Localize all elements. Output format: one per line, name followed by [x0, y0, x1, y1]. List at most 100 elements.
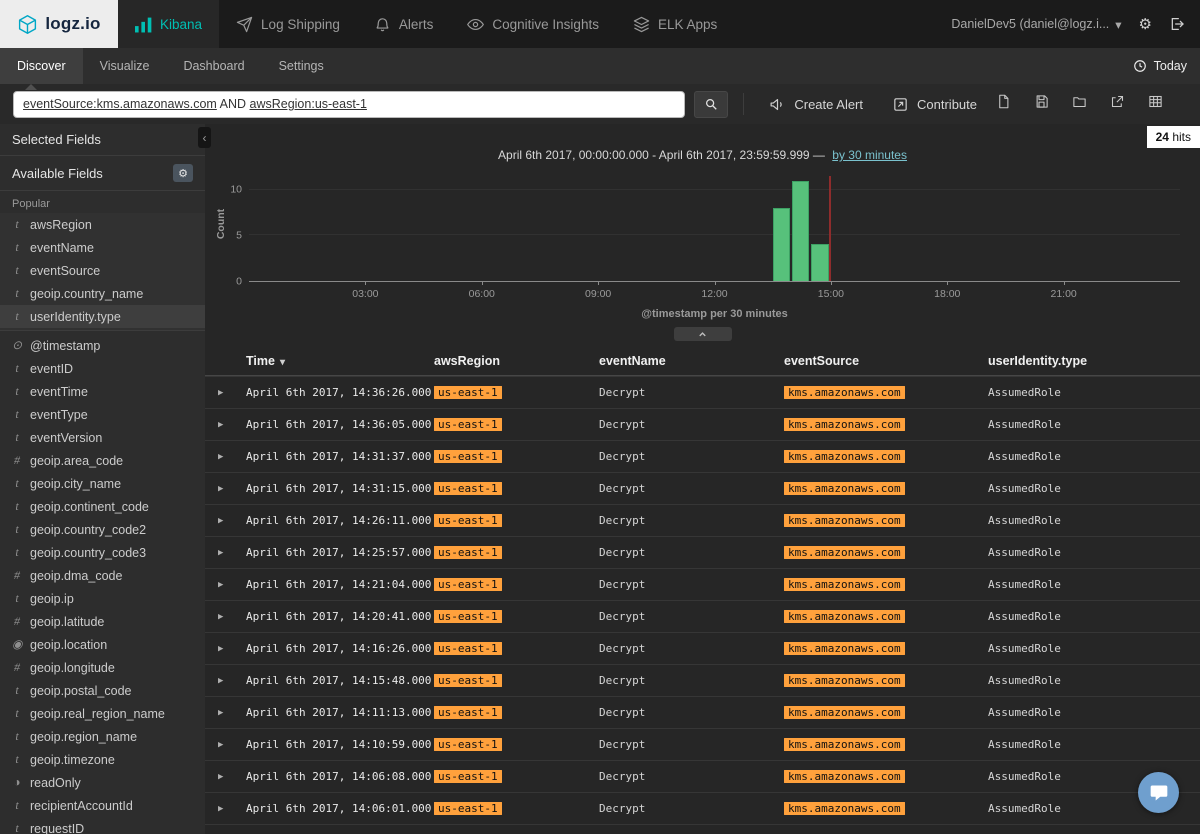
chat-bubble-button[interactable] — [1138, 772, 1179, 813]
field-item[interactable]: teventName — [0, 236, 205, 259]
table-row[interactable]: ▶April 6th 2017, 14:06:08.000us-east-1De… — [205, 760, 1200, 792]
field-item[interactable]: ◉geoip.location — [0, 633, 205, 656]
table-row[interactable]: ▶April 6th 2017, 14:01:39.000us-east-1De… — [205, 824, 1200, 834]
field-type-icon: t — [12, 752, 22, 767]
histogram-bar[interactable] — [792, 181, 809, 281]
expand-row-icon[interactable]: ▶ — [218, 516, 246, 526]
field-item[interactable]: tgeoip.continent_code — [0, 495, 205, 518]
tab-dashboard[interactable]: Dashboard — [166, 48, 261, 84]
collapse-chart-button[interactable] — [674, 327, 732, 341]
search-input[interactable]: eventSource:kms.amazonaws.com AND awsReg… — [13, 91, 685, 118]
nav-item-alerts[interactable]: Alerts — [357, 0, 451, 48]
field-item[interactable]: tgeoip.postal_code — [0, 679, 205, 702]
expand-row-icon[interactable]: ▶ — [218, 420, 246, 430]
expand-row-icon[interactable]: ▶ — [218, 740, 246, 750]
field-item[interactable]: tgeoip.country_name — [0, 282, 205, 305]
table-row[interactable]: ▶April 6th 2017, 14:15:48.000us-east-1De… — [205, 664, 1200, 696]
cell-useridentity-type: AssumedRole — [988, 514, 1200, 527]
interval-link[interactable]: by 30 minutes — [832, 148, 907, 162]
field-item[interactable]: tgeoip.region_name — [0, 725, 205, 748]
collapse-sidebar-button[interactable]: ‹ — [198, 127, 211, 148]
field-item[interactable]: #geoip.longitude — [0, 656, 205, 679]
cell-time: April 6th 2017, 14:31:37.000 — [246, 450, 434, 463]
contribute-button[interactable]: Contribute — [882, 96, 987, 113]
expand-row-icon[interactable]: ▶ — [218, 452, 246, 462]
cell-awsregion: us-east-1 — [434, 546, 599, 559]
column-header-eventname[interactable]: eventName — [599, 354, 784, 368]
expand-row-icon[interactable]: ▶ — [218, 644, 246, 654]
field-item[interactable]: teventSource — [0, 259, 205, 282]
expand-row-icon[interactable]: ▶ — [218, 804, 246, 814]
column-header-useridentity-type[interactable]: userIdentity.type — [988, 354, 1200, 368]
field-item[interactable]: trecipientAccountId — [0, 794, 205, 817]
tab-discover[interactable]: Discover — [0, 48, 83, 84]
column-header-time[interactable]: Time▾ — [246, 354, 434, 368]
field-item[interactable]: tgeoip.country_code2 — [0, 518, 205, 541]
field-type-icon: t — [12, 430, 22, 445]
column-header-eventsource[interactable]: eventSource — [784, 354, 988, 368]
field-item[interactable]: teventTime — [0, 380, 205, 403]
settings-gear-icon[interactable]: ⚙ — [1139, 15, 1152, 33]
nav-item-cognitive-insights[interactable]: Cognitive Insights — [450, 0, 616, 48]
field-item[interactable]: tgeoip.country_code3 — [0, 541, 205, 564]
table-row[interactable]: ▶April 6th 2017, 14:21:04.000us-east-1De… — [205, 568, 1200, 600]
field-item[interactable]: tgeoip.real_region_name — [0, 702, 205, 725]
user-menu[interactable]: DanielDev5 (daniel@logz.i... ▾ — [951, 17, 1121, 32]
open-search-icon[interactable] — [1072, 94, 1087, 114]
table-row[interactable]: ▶April 6th 2017, 14:11:13.000us-east-1De… — [205, 696, 1200, 728]
field-item[interactable]: tgeoip.timezone — [0, 748, 205, 771]
field-item[interactable]: ⊙@timestamp — [0, 334, 205, 357]
expand-row-icon[interactable]: ▶ — [218, 708, 246, 718]
share-icon[interactable] — [1110, 94, 1125, 114]
nav-item-kibana[interactable]: Kibana — [118, 0, 219, 48]
histogram-bar[interactable] — [773, 208, 790, 281]
field-item[interactable]: tawsRegion — [0, 213, 205, 236]
table-row[interactable]: ▶April 6th 2017, 14:26:11.000us-east-1De… — [205, 504, 1200, 536]
create-alert-button[interactable]: Create Alert — [759, 96, 873, 113]
field-item[interactable]: tuserIdentity.type — [0, 305, 205, 328]
field-item[interactable]: teventVersion — [0, 426, 205, 449]
field-item[interactable]: #geoip.dma_code — [0, 564, 205, 587]
table-row[interactable]: ▶April 6th 2017, 14:20:41.000us-east-1De… — [205, 600, 1200, 632]
expand-row-icon[interactable]: ▶ — [218, 484, 246, 494]
field-item[interactable]: #geoip.area_code — [0, 449, 205, 472]
table-row[interactable]: ▶April 6th 2017, 14:06:01.000us-east-1De… — [205, 792, 1200, 824]
table-row[interactable]: ▶April 6th 2017, 14:25:57.000us-east-1De… — [205, 536, 1200, 568]
logout-icon[interactable] — [1169, 16, 1185, 32]
table-row[interactable]: ▶April 6th 2017, 14:31:15.000us-east-1De… — [205, 472, 1200, 504]
table-view-icon[interactable] — [1148, 94, 1163, 114]
logzio-logo[interactable]: logz.io — [0, 0, 118, 48]
field-item[interactable]: trequestID — [0, 817, 205, 834]
table-row[interactable]: ▶April 6th 2017, 14:31:37.000us-east-1De… — [205, 440, 1200, 472]
table-row[interactable]: ▶April 6th 2017, 14:36:26.000us-east-1De… — [205, 376, 1200, 408]
field-item[interactable]: tgeoip.city_name — [0, 472, 205, 495]
field-item[interactable]: teventID — [0, 357, 205, 380]
new-search-icon[interactable] — [996, 94, 1011, 114]
sort-desc-icon[interactable]: ▾ — [280, 357, 285, 368]
table-row[interactable]: ▶April 6th 2017, 14:36:05.000us-east-1De… — [205, 408, 1200, 440]
field-item[interactable]: tgeoip.ip — [0, 587, 205, 610]
tab-visualize[interactable]: Visualize — [83, 48, 167, 84]
table-row[interactable]: ▶April 6th 2017, 14:16:26.000us-east-1De… — [205, 632, 1200, 664]
expand-row-icon[interactable]: ▶ — [218, 548, 246, 558]
search-button[interactable] — [694, 91, 728, 118]
field-item[interactable]: #geoip.latitude — [0, 610, 205, 633]
field-item[interactable]: ◑readOnly — [0, 771, 205, 794]
tab-settings[interactable]: Settings — [262, 48, 341, 84]
highlighted-value: kms.amazonaws.com — [784, 706, 905, 719]
expand-row-icon[interactable]: ▶ — [218, 388, 246, 398]
expand-row-icon[interactable]: ▶ — [218, 772, 246, 782]
expand-row-icon[interactable]: ▶ — [218, 676, 246, 686]
expand-row-icon[interactable]: ▶ — [218, 612, 246, 622]
histogram-bar[interactable] — [811, 244, 828, 281]
field-name: eventName — [30, 241, 94, 255]
expand-row-icon[interactable]: ▶ — [218, 580, 246, 590]
column-header-awsregion[interactable]: awsRegion — [434, 354, 599, 368]
field-item[interactable]: teventType — [0, 403, 205, 426]
nav-item-log-shipping[interactable]: Log Shipping — [219, 0, 357, 48]
nav-item-elk-apps[interactable]: ELK Apps — [616, 0, 734, 48]
field-settings-button[interactable]: ⚙ — [173, 164, 193, 182]
table-row[interactable]: ▶April 6th 2017, 14:10:59.000us-east-1De… — [205, 728, 1200, 760]
time-picker[interactable]: Today — [1133, 48, 1200, 84]
save-search-icon[interactable] — [1034, 94, 1049, 114]
